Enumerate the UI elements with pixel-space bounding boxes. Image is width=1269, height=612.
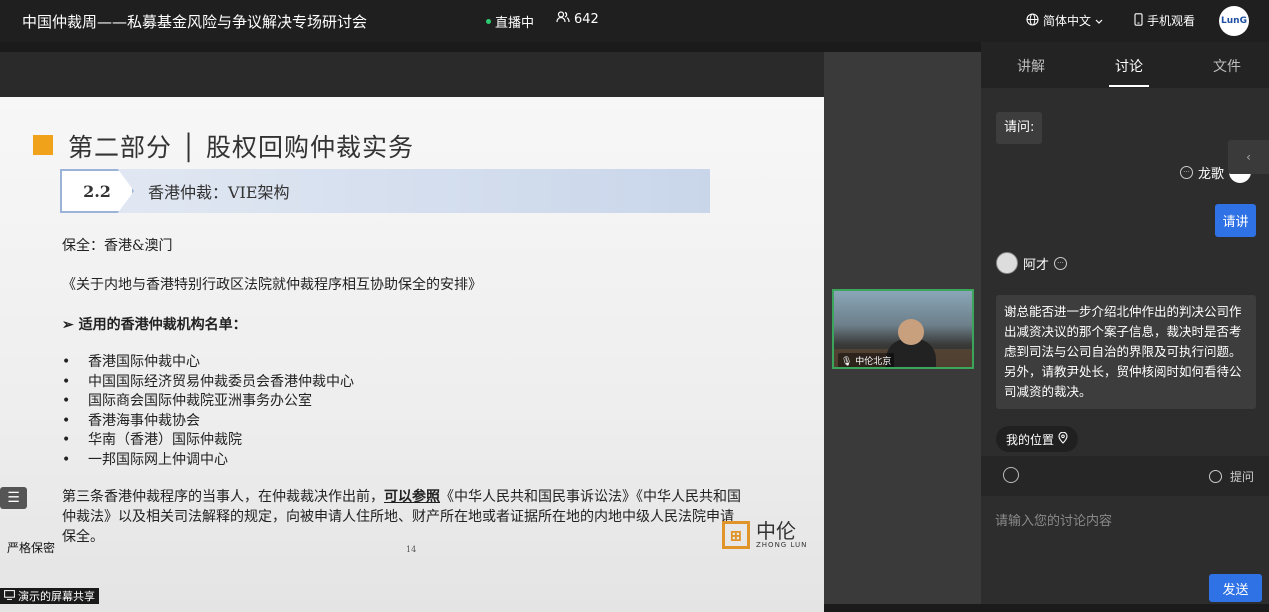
chat-avatar bbox=[996, 252, 1018, 274]
section-marker bbox=[33, 135, 53, 155]
screen-share-badge: 演示的屏幕共享 bbox=[0, 588, 99, 604]
chat-message-self: 请讲 bbox=[1215, 204, 1256, 237]
page-number: 14 bbox=[406, 545, 417, 554]
chat-username: 阿才 bbox=[1023, 257, 1050, 273]
live-dot-icon bbox=[486, 19, 491, 24]
event-title: 中国仲裁周——私募基金风险与争议解决专场研讨会 bbox=[22, 13, 368, 31]
confidential-label: 严格保密 bbox=[7, 541, 56, 555]
list-item: 华南（香港）国际仲裁院 bbox=[62, 431, 354, 451]
tab-lecture[interactable]: 讲解 bbox=[1017, 56, 1045, 76]
mobile-watch-label: 手机观看 bbox=[1147, 14, 1196, 28]
subsection-number: 2.2 bbox=[60, 169, 134, 213]
composer-toolbar: 提问 bbox=[981, 456, 1269, 496]
list-item: 中国国际经济贸易仲裁委员会香港仲裁中心 bbox=[62, 373, 354, 393]
language-selector[interactable]: 简体中文 bbox=[1026, 12, 1103, 29]
article-paragraph: 第三条香港仲裁程序的当事人，在仲裁裁决作出前，可以参照《中华人民共和国民事诉讼法… bbox=[62, 487, 742, 547]
more-icon[interactable]: ··· bbox=[1180, 165, 1193, 179]
arrangement-line: 《关于内地与香港特别行政区法院就仲裁程序相互协助保全的安排》 bbox=[62, 277, 482, 293]
screen-share-icon bbox=[4, 589, 15, 603]
camera-feed[interactable]: 🎙 中伦北京 bbox=[832, 289, 974, 369]
institution-list-heading: ➢ 适用的香港仲裁机构名单： bbox=[62, 317, 247, 333]
chat-username: 龙歌 bbox=[1198, 166, 1225, 182]
radio-icon[interactable] bbox=[1209, 470, 1222, 483]
send-button[interactable]: 发送 bbox=[1209, 574, 1262, 602]
location-button[interactable]: 我的位置 bbox=[996, 426, 1079, 452]
logo-mark-icon: ⊞ bbox=[722, 521, 750, 549]
location-pin-icon bbox=[1058, 431, 1068, 447]
phone-icon bbox=[1134, 12, 1143, 29]
zhonglun-logo: ⊞ 中伦 ZHONG LUN bbox=[722, 521, 807, 549]
panel-tabs: 讲解 讨论 文件 bbox=[981, 42, 1269, 88]
list-menu-icon[interactable]: ☰ bbox=[0, 487, 27, 509]
screen-share-label: 演示的屏幕共享 bbox=[18, 590, 95, 603]
people-icon bbox=[556, 11, 570, 27]
more-icon[interactable]: ··· bbox=[1054, 256, 1068, 270]
list-item: 一邦国际网上仲调中心 bbox=[62, 451, 354, 471]
mobile-watch-button[interactable]: 手机观看 bbox=[1134, 12, 1195, 29]
viewer-count: 642 bbox=[556, 11, 599, 27]
live-status: 直播中 bbox=[486, 12, 534, 31]
top-bar: 中国仲裁周——私募基金风险与争议解决专场研讨会 直播中 642 简体中文 手机观… bbox=[0, 0, 1269, 42]
location-label: 我的位置 bbox=[1006, 432, 1055, 447]
collapse-panel-icon[interactable]: ‹ bbox=[1228, 140, 1269, 174]
logo-cn: 中伦 bbox=[756, 519, 796, 543]
camera-label-text: 中伦北京 bbox=[855, 357, 892, 367]
preservation-line: 保全：香港&澳门 bbox=[62, 238, 173, 254]
shared-slide: 第二部分 │ 股权回购仲裁实务 2.2 香港仲裁：VIE架构 保全：香港&澳门 … bbox=[0, 97, 824, 612]
input-placeholder: 请输入您的讨论内容 bbox=[995, 514, 1113, 529]
chat-message: 谢总能否进一步介绍北仲作出的判决公司作出减资决议的那个案子信息，裁决时是否考虑到… bbox=[996, 295, 1256, 409]
tab-files[interactable]: 文件 bbox=[1213, 56, 1241, 76]
discussion-panel: 讲解 讨论 文件 请问: ··· 龙歌 LunG 请讲 阿才 ··· 谢总能否进… bbox=[981, 42, 1269, 604]
section-title: 第二部分 │ 股权回购仲裁实务 bbox=[68, 133, 414, 162]
chat-user-row: 阿才 ··· bbox=[996, 252, 1068, 274]
globe-icon bbox=[1026, 12, 1039, 29]
subsection-banner: 2.2 香港仲裁：VIE架构 bbox=[60, 169, 710, 213]
subsection-title: 香港仲裁：VIE架构 bbox=[148, 183, 290, 202]
chat-message: 请问: bbox=[996, 112, 1043, 144]
ask-question-toggle[interactable]: 提问 bbox=[1209, 468, 1254, 485]
paragraph-emphasis: 可以参照 bbox=[384, 489, 440, 505]
camera-person-head bbox=[898, 319, 924, 345]
list-item: 国际商会国际仲裁院亚洲事务办公室 bbox=[62, 392, 354, 412]
list-item: 香港海事仲裁协会 bbox=[62, 412, 354, 432]
camera-label: 🎙 中伦北京 bbox=[838, 353, 895, 367]
institution-list: 香港国际仲裁中心 中国国际经济贸易仲裁委员会香港仲裁中心 国际商会国际仲裁院亚洲… bbox=[62, 353, 354, 470]
live-label: 直播中 bbox=[495, 16, 535, 31]
ask-label: 提问 bbox=[1230, 470, 1255, 484]
chevron-down-icon bbox=[1095, 14, 1103, 28]
active-tab-indicator bbox=[1109, 85, 1149, 87]
language-label: 简体中文 bbox=[1043, 14, 1092, 28]
emoji-icon[interactable] bbox=[1003, 467, 1019, 483]
paragraph-text-a: 第三条香港仲裁程序的当事人，在仲裁裁决作出前， bbox=[62, 489, 384, 505]
user-avatar[interactable]: LunG bbox=[1219, 6, 1249, 36]
list-item: 香港国际仲裁中心 bbox=[62, 353, 354, 373]
viewer-count-value: 642 bbox=[574, 11, 599, 27]
logo-en: ZHONG LUN bbox=[756, 541, 808, 549]
tab-discussion[interactable]: 讨论 bbox=[1115, 56, 1143, 76]
